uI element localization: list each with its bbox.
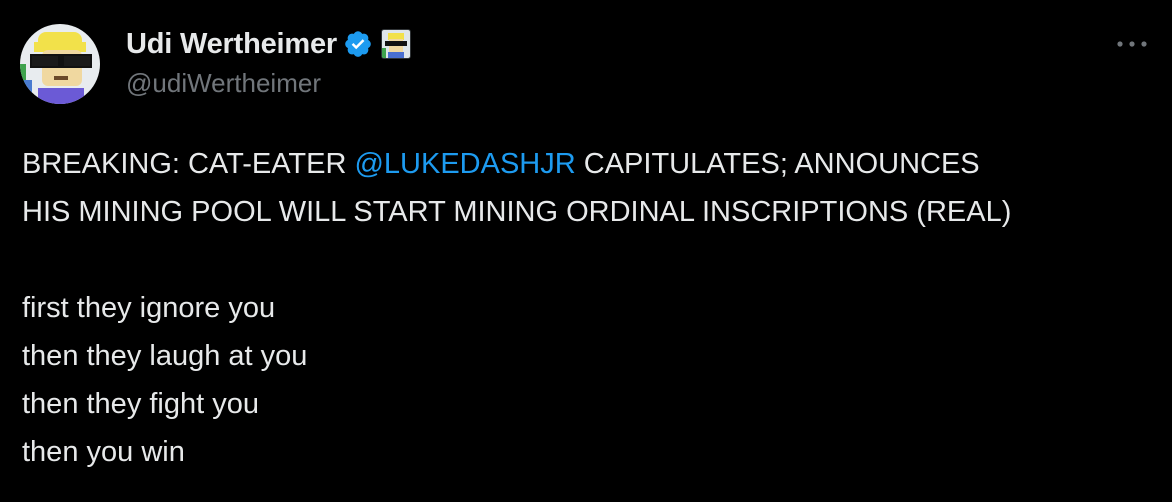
tweet-line: first they ignore you	[22, 292, 276, 324]
paragraph-break	[22, 236, 1152, 284]
verified-badge-icon[interactable]	[343, 29, 373, 59]
mention-link[interactable]: @LUKEDASHJR	[354, 148, 575, 180]
more-options-icon[interactable]	[1114, 30, 1150, 58]
author-name-row: Udi Wertheimer	[126, 25, 411, 63]
author-display-name[interactable]: Udi Wertheimer	[126, 28, 337, 61]
affiliation-badge-icon[interactable]	[381, 29, 411, 59]
tweet-text: BREAKING: CAT-EATER @LUKEDASHJR CAPITULA…	[22, 140, 1152, 476]
tweet-line: then you win	[22, 436, 185, 468]
pixel-glasses-avatar-icon	[20, 24, 100, 104]
author-avatar[interactable]	[20, 24, 100, 104]
tweet-text-segment: CAPITULATES; ANNOUNCES	[575, 148, 980, 180]
author-handle[interactable]: @udiWertheimer	[126, 68, 321, 99]
tweet-line-2: HIS MINING POOL WILL START MINING ORDINA…	[22, 196, 1012, 228]
tweet-text-segment: BREAKING: CAT-EATER	[22, 148, 355, 180]
tweet-line: then they fight you	[22, 388, 259, 420]
tweet-line-1: BREAKING: CAT-EATER @LUKEDASHJR CAPITULA…	[22, 140, 1152, 188]
tweet-line: then they laugh at you	[22, 340, 308, 372]
